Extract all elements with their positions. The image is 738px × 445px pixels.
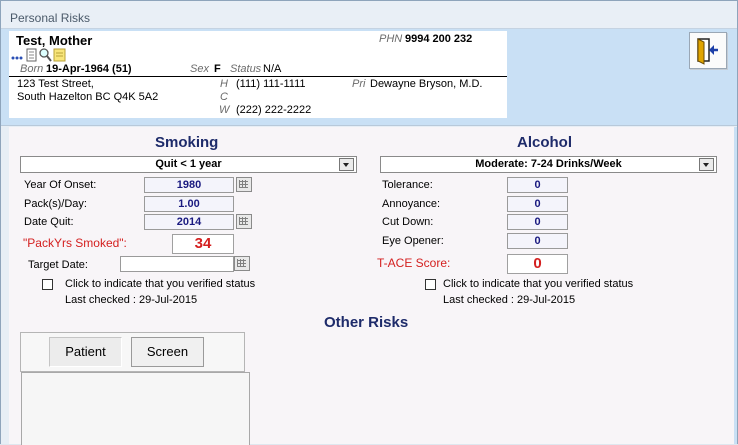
right-edge: [734, 127, 737, 444]
smoking-last-checked: Last checked : 29-Jul-2015: [65, 294, 198, 306]
phone-work-label: W: [219, 104, 230, 116]
eye-opener-label: Eye Opener:: [382, 235, 444, 247]
more-dots-icon[interactable]: [11, 56, 23, 60]
annoyance-label: Annoyance:: [382, 198, 441, 210]
packs-per-day-label: Pack(s)/Day:: [24, 198, 87, 210]
other-risks-list[interactable]: [21, 372, 250, 445]
calendar-icon[interactable]: [236, 214, 252, 229]
smoking-status-select[interactable]: Quit < 1 year: [20, 156, 357, 173]
tab-screen[interactable]: Screen: [131, 337, 204, 367]
smoking-title: Smoking: [155, 134, 219, 151]
alcohol-status-select[interactable]: Moderate: 7-24 Drinks/Week: [380, 156, 717, 173]
target-date-label: Target Date:: [28, 259, 88, 271]
chevron-down-icon[interactable]: [339, 158, 354, 171]
cut-down-field[interactable]: 0: [507, 214, 568, 230]
patient-card: Test, Mother PHN 9994 200 232 Born 19-Ap…: [9, 31, 507, 118]
personal-risks-window: Personal Risks Test, Mother PHN 9994 200…: [0, 0, 738, 445]
annoyance-field[interactable]: 0: [507, 196, 568, 212]
calendar-icon[interactable]: [234, 256, 250, 271]
pack-years-label: "PackYrs Smoked":: [23, 236, 127, 250]
phone-home: (111) 111-1111: [236, 78, 306, 90]
other-risks-title: Other Risks: [324, 314, 409, 331]
sticky-note-icon[interactable]: [53, 48, 66, 62]
target-date-field[interactable]: [120, 256, 234, 272]
phn-label: PHN: [379, 33, 403, 45]
exit-button[interactable]: [689, 32, 727, 69]
born-label: Born: [20, 63, 44, 75]
status-label: Status: [230, 63, 262, 75]
window-title: Personal Risks: [10, 11, 91, 25]
sex-label: Sex: [190, 63, 209, 75]
alcohol-last-checked: Last checked : 29-Jul-2015: [443, 294, 576, 306]
cut-down-label: Cut Down:: [382, 216, 434, 228]
primary-physician-label: Pri: [352, 78, 366, 90]
patient-icon-row: [11, 48, 66, 62]
alcohol-verified-label: Click to indicate that you verified stat…: [443, 278, 634, 290]
tab-patient[interactable]: Patient: [49, 337, 122, 367]
patient-name: Test, Mother: [16, 33, 93, 48]
phone-home-label: H: [220, 78, 228, 90]
smoking-verified-label: Click to indicate that you verified stat…: [65, 278, 256, 290]
born-value: 19-Apr-1964 (51): [46, 63, 132, 75]
year-of-onset-label: Year Of Onset:: [24, 179, 97, 191]
date-quit-field[interactable]: 2014: [144, 214, 234, 230]
tolerance-field[interactable]: 0: [507, 177, 568, 193]
tace-score-label: T-ACE Score:: [377, 256, 451, 270]
patient-divider: [9, 76, 507, 77]
address-line-1: 123 Test Street,: [17, 78, 94, 90]
document-icon[interactable]: [26, 48, 37, 62]
title-bar: Personal Risks: [1, 1, 737, 29]
magnifier-icon[interactable]: [39, 48, 52, 62]
address-line-2: South Hazelton BC Q4K 5A2: [17, 91, 159, 103]
alcohol-title: Alcohol: [517, 134, 572, 151]
tolerance-label: Tolerance:: [382, 179, 433, 191]
alcohol-verified-checkbox[interactable]: [425, 279, 436, 290]
eye-opener-field[interactable]: 0: [507, 233, 568, 249]
packs-per-day-field[interactable]: 1.00: [144, 196, 234, 212]
date-quit-label: Date Quit:: [24, 216, 74, 228]
phone-cell-label: C: [220, 91, 228, 103]
pack-years-value: 34: [172, 234, 234, 254]
calendar-icon[interactable]: [236, 177, 252, 192]
phn-value: 9994 200 232: [405, 33, 473, 45]
smoking-verified-checkbox[interactable]: [42, 279, 53, 290]
exit-door-icon: [697, 38, 718, 65]
tace-score-value: 0: [507, 254, 568, 274]
smoking-status-value: Quit < 1 year: [155, 158, 222, 170]
sex-value: F: [214, 63, 221, 75]
status-value: N/A: [263, 63, 282, 75]
chevron-down-icon[interactable]: [699, 158, 714, 171]
primary-physician: Dewayne Bryson, M.D.: [370, 78, 483, 90]
alcohol-status-value: Moderate: 7-24 Drinks/Week: [475, 158, 622, 170]
year-of-onset-field[interactable]: 1980: [144, 177, 234, 193]
phone-work: (222) 222-2222: [236, 104, 312, 116]
